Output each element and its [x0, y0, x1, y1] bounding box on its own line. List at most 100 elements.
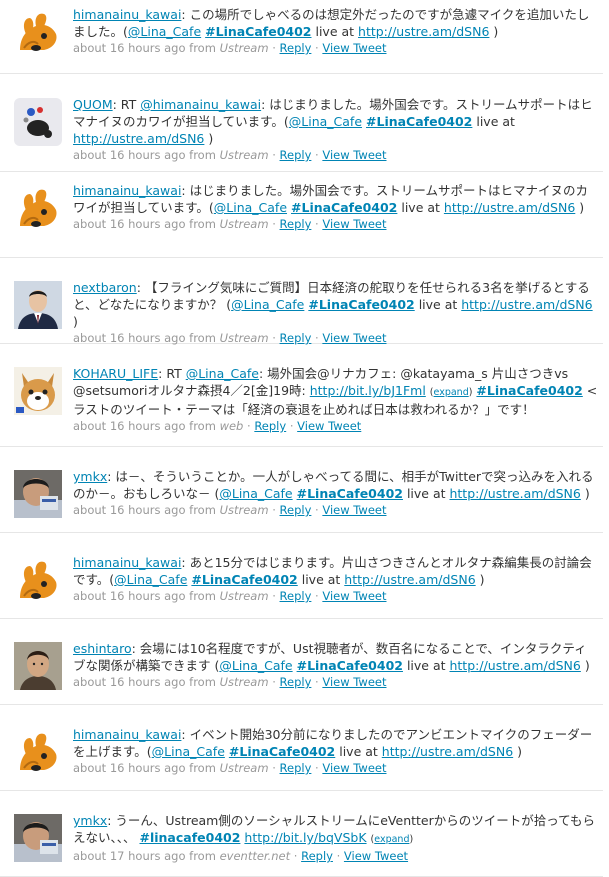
tweet-text: ymkx: は－、そういうことか。一人がしゃべってる間に、相手がTwitterで…	[73, 468, 598, 502]
dog-mascot-avatar[interactable]	[14, 184, 62, 232]
url-link[interactable]: http://ustre.am/dSN6	[73, 131, 204, 146]
person-photo-avatar[interactable]	[14, 814, 62, 862]
hashtag-link[interactable]: #linacafe0402	[139, 830, 240, 845]
username-link[interactable]: QUOM	[73, 97, 113, 112]
hashtag-link[interactable]: #LinaCafe0402	[476, 383, 582, 398]
view-tweet-link[interactable]: View Tweet	[344, 849, 408, 863]
from-label: from	[189, 849, 216, 863]
url-link[interactable]: http://ustre.am/dSN6	[449, 658, 580, 673]
mention-link[interactable]: @Lina_Cafe	[289, 114, 362, 129]
man-in-suit-avatar[interactable]	[14, 281, 62, 329]
reply-link[interactable]: Reply	[280, 148, 312, 162]
mention-link[interactable]: @Lina_Cafe	[214, 200, 287, 215]
mention-link[interactable]: @Lina_Cafe	[114, 572, 187, 587]
url-link[interactable]: http://ustre.am/dSN6	[344, 572, 475, 587]
reply-link[interactable]: Reply	[301, 849, 333, 863]
quom-logo-avatar[interactable]	[14, 98, 62, 146]
tweet-text-segment: )	[204, 131, 214, 146]
username-link[interactable]: KOHARU_LIFE	[73, 366, 158, 381]
reply-link[interactable]: Reply	[254, 419, 286, 433]
hashtag-link[interactable]: #LinaCafe0402	[291, 200, 397, 215]
hashtag-link[interactable]: #LinaCafe0402	[297, 486, 403, 501]
source-name: Ustream	[219, 148, 269, 162]
view-tweet-link[interactable]: View Tweet	[322, 761, 386, 775]
man-portrait-avatar[interactable]	[14, 642, 62, 690]
tweet-content: ymkx: は－、そういうことか。一人がしゃべってる間に、相手がTwitterで…	[73, 468, 598, 519]
tweet-text-segment: live at	[402, 486, 450, 501]
hashtag-link[interactable]: #LinaCafe0402	[205, 24, 311, 39]
tweet-text-segment: )	[73, 314, 78, 329]
reply-link[interactable]: Reply	[280, 761, 312, 775]
dog-mascot-avatar[interactable]	[14, 728, 62, 776]
tweet-item: himanainu_kawai: イベント開始30分前になりましたのでアンビエン…	[0, 705, 603, 791]
hashtag-link[interactable]: #LinaCafe0402	[297, 658, 403, 673]
view-tweet-link[interactable]: View Tweet	[322, 503, 386, 517]
view-tweet-link[interactable]: View Tweet	[322, 675, 386, 689]
timestamp: about 17 hours ago	[73, 849, 186, 863]
username-link[interactable]: eshintaro	[73, 641, 132, 656]
reply-link[interactable]: Reply	[280, 589, 312, 603]
tweet-content: himanainu_kawai: イベント開始30分前になりましたのでアンビエン…	[73, 726, 598, 777]
hashtag-link[interactable]: #LinaCafe0402	[366, 114, 472, 129]
mention-link[interactable]: @himanainu_kawai	[140, 97, 261, 112]
expand-link[interactable]: expand	[374, 834, 409, 845]
mention-link[interactable]: @Lina_Cafe	[186, 366, 259, 381]
url-link[interactable]: http://ustre.am/dSN6	[449, 486, 580, 501]
person-photo-avatar[interactable]	[14, 470, 62, 518]
url-link[interactable]: http://bit.ly/bqVSbK	[244, 830, 366, 845]
from-label: from	[189, 41, 216, 55]
view-tweet-link[interactable]: View Tweet	[322, 589, 386, 603]
view-tweet-link[interactable]: View Tweet	[322, 217, 386, 231]
url-link[interactable]: http://ustre.am/dSN6	[461, 297, 592, 312]
url-link[interactable]: http://ustre.am/dSN6	[382, 744, 513, 759]
expand-link[interactable]: expand	[434, 387, 469, 398]
timestamp: about 16 hours ago	[73, 148, 186, 162]
username-link[interactable]: himanainu_kawai	[73, 727, 181, 742]
url-link[interactable]: http://bit.ly/bJ1Fml	[310, 383, 426, 398]
source-name: Ustream	[219, 331, 269, 345]
tweet-text-segment: )	[580, 486, 590, 501]
username-link[interactable]: nextbaron	[73, 280, 137, 295]
url-link[interactable]: http://ustre.am/dSN6	[358, 24, 489, 39]
view-tweet-link[interactable]: View Tweet	[322, 41, 386, 55]
timestamp: about 16 hours ago	[73, 331, 186, 345]
reply-link[interactable]: Reply	[280, 331, 312, 345]
reply-link[interactable]: Reply	[280, 41, 312, 55]
mention-link[interactable]: @Lina_Cafe	[219, 486, 292, 501]
tweet-meta: about 16 hours ago from Ustream · Reply …	[73, 503, 387, 517]
timestamp: about 16 hours ago	[73, 503, 186, 517]
reply-link[interactable]: Reply	[280, 675, 312, 689]
username-link[interactable]: himanainu_kawai	[73, 183, 181, 198]
from-label: from	[189, 419, 216, 433]
mention-link[interactable]: @Lina_Cafe	[231, 297, 304, 312]
url-link[interactable]: http://ustre.am/dSN6	[444, 200, 575, 215]
mention-link[interactable]: @Lina_Cafe	[128, 24, 201, 39]
expand-link-wrapper: (expand)	[370, 834, 414, 845]
username-link[interactable]: himanainu_kawai	[73, 7, 181, 22]
hashtag-link[interactable]: #LinaCafe0402	[308, 297, 414, 312]
username-link[interactable]: himanainu_kawai	[73, 555, 181, 570]
mention-link[interactable]: @Lina_Cafe	[219, 658, 292, 673]
tweet-meta: about 17 hours ago from eventter.net · R…	[73, 849, 409, 863]
username-link[interactable]: ymkx	[73, 813, 107, 828]
view-tweet-link[interactable]: View Tweet	[322, 148, 386, 162]
tweet-item: himanainu_kawai: この場所でしゃべるのは想定外だったのですが急遽…	[0, 0, 603, 74]
timestamp: about 16 hours ago	[73, 589, 186, 603]
hashtag-link[interactable]: #LinaCafe0402	[191, 572, 297, 587]
hashtag-link[interactable]: #LinaCafe0402	[229, 744, 335, 759]
source-name: web	[219, 419, 244, 433]
source-name: Ustream	[219, 589, 269, 603]
timestamp: about 16 hours ago	[73, 419, 186, 433]
dog-mascot-avatar[interactable]	[14, 556, 62, 604]
tweet-meta: about 16 hours ago from Ustream · Reply …	[73, 148, 387, 162]
reply-link[interactable]: Reply	[280, 503, 312, 517]
tweet-content: eshintaro: 会場には10名程度ですが、Ust視聴者が、数百名になること…	[73, 640, 598, 691]
view-tweet-link[interactable]: View Tweet	[322, 331, 386, 345]
mention-link[interactable]: @Lina_Cafe	[152, 744, 225, 759]
dog-mascot-avatar[interactable]	[14, 8, 62, 56]
shiba-dog-avatar[interactable]	[14, 367, 62, 415]
tweet-item: eshintaro: 会場には10名程度ですが、Ust視聴者が、数百名になること…	[0, 619, 603, 705]
reply-link[interactable]: Reply	[280, 217, 312, 231]
username-link[interactable]: ymkx	[73, 469, 107, 484]
view-tweet-link[interactable]: View Tweet	[297, 419, 361, 433]
